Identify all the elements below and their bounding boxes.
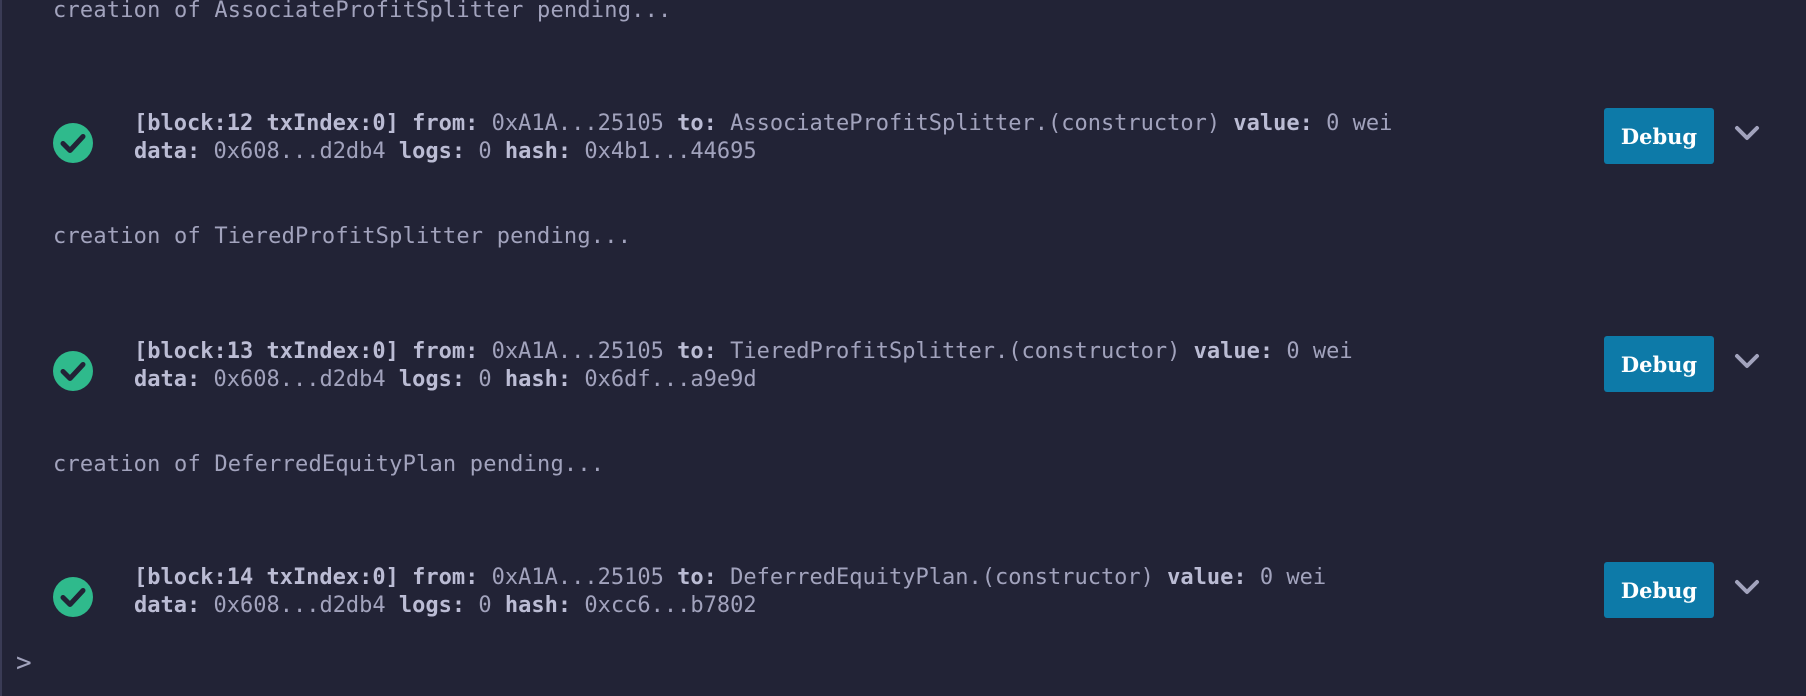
data-value: 0x608...d2db4	[213, 367, 386, 392]
transaction-row: [block:13 txIndex:0] from: 0xA1A...25105…	[0, 336, 1806, 408]
transaction-line-2: data: 0x608...d2db4 logs: 0 hash: 0x4b1.…	[134, 138, 1392, 166]
debug-button[interactable]: Debug	[1604, 108, 1714, 164]
chevron-down-icon[interactable]	[1732, 349, 1762, 373]
from-label: from:	[412, 111, 479, 136]
check-circle-icon	[53, 351, 93, 391]
terminal-prompt[interactable]: >	[16, 648, 32, 678]
transaction-row: [block:14 txIndex:0] from: 0xA1A...25105…	[0, 562, 1806, 634]
data-label: data:	[134, 593, 201, 618]
logs-value: 0	[478, 139, 492, 164]
to-target: TieredProfitSplitter.(constructor)	[730, 339, 1181, 364]
hash-label: hash:	[504, 139, 572, 164]
to-label: to:	[677, 339, 717, 364]
from-label: from:	[412, 339, 479, 364]
logs-label: logs:	[398, 139, 466, 164]
transaction-line-2: data: 0x608...d2db4 logs: 0 hash: 0xcc6.…	[134, 592, 1326, 620]
value-label: value:	[1193, 339, 1274, 364]
transaction-details: [block:14 txIndex:0] from: 0xA1A...25105…	[134, 564, 1326, 620]
logs-value: 0	[478, 367, 492, 392]
data-value: 0x608...d2db4	[213, 139, 386, 164]
transaction-details: [block:13 txIndex:0] from: 0xA1A...25105…	[134, 338, 1353, 394]
chevron-down-icon[interactable]	[1732, 575, 1762, 599]
pending-message: creation of DeferredEquityPlan pending..…	[53, 452, 605, 477]
hash-label: hash:	[504, 593, 572, 618]
hash-value: 0x6df...a9e9d	[584, 367, 757, 392]
hash-label: hash:	[504, 367, 572, 392]
hash-value: 0x4b1...44695	[584, 139, 757, 164]
to-target: AssociateProfitSplitter.(constructor)	[730, 111, 1221, 136]
transaction-details: [block:12 txIndex:0] from: 0xA1A...25105…	[134, 110, 1392, 166]
data-label: data:	[134, 367, 201, 392]
from-label: from:	[412, 565, 479, 590]
debug-button[interactable]: Debug	[1604, 562, 1714, 618]
transaction-line-1: [block:12 txIndex:0] from: 0xA1A...25105…	[134, 110, 1392, 138]
to-target: DeferredEquityPlan.(constructor)	[730, 565, 1154, 590]
transaction-line-2: data: 0x608...d2db4 logs: 0 hash: 0x6df.…	[134, 366, 1353, 394]
check-circle-icon	[53, 577, 93, 617]
value-label: value:	[1167, 565, 1247, 590]
value-label: value:	[1233, 111, 1313, 136]
to-label: to:	[677, 111, 717, 136]
from-address: 0xA1A...25105	[491, 339, 664, 364]
transaction-line-1: [block:14 txIndex:0] from: 0xA1A...25105…	[134, 564, 1326, 592]
block-label: [block:14 txIndex:0]	[134, 565, 399, 590]
check-circle-icon	[53, 123, 93, 163]
chevron-down-icon[interactable]	[1732, 121, 1762, 145]
value: 0 wei	[1326, 111, 1393, 136]
transaction-line-1: [block:13 txIndex:0] from: 0xA1A...25105…	[134, 338, 1353, 366]
transaction-row: [block:12 txIndex:0] from: 0xA1A...25105…	[0, 108, 1806, 180]
data-label: data:	[134, 139, 201, 164]
block-label: [block:13 txIndex:0]	[134, 339, 399, 364]
value: 0 wei	[1286, 339, 1353, 364]
pending-message: creation of AssociateProfitSplitter pend…	[53, 0, 672, 23]
logs-label: logs:	[398, 367, 466, 392]
hash-value: 0xcc6...b7802	[584, 593, 757, 618]
logs-value: 0	[478, 593, 492, 618]
value: 0 wei	[1259, 565, 1327, 590]
from-address: 0xA1A...25105	[491, 565, 664, 590]
logs-label: logs:	[398, 593, 466, 618]
data-value: 0x608...d2db4	[213, 593, 386, 618]
pending-message: creation of TieredProfitSplitter pending…	[53, 224, 632, 249]
debug-button[interactable]: Debug	[1604, 336, 1714, 392]
to-label: to:	[677, 565, 717, 590]
from-address: 0xA1A...25105	[491, 111, 664, 136]
block-label: [block:12 txIndex:0]	[134, 111, 399, 136]
